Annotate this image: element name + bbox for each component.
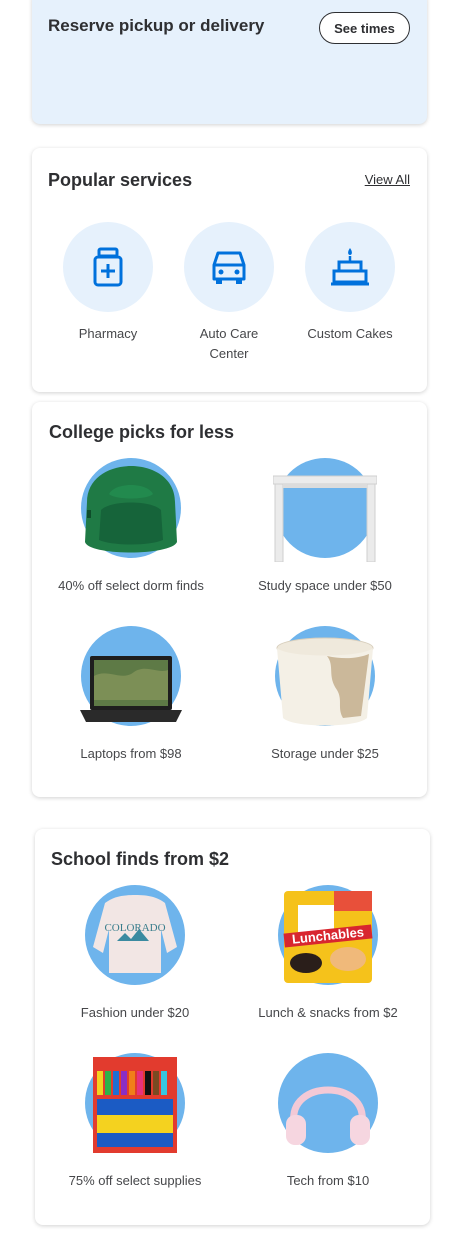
view-all-link[interactable]: View All — [365, 172, 410, 187]
auto-care-circle — [184, 222, 274, 312]
tile-label: 75% off select supplies — [68, 1173, 202, 1188]
tile-tech[interactable]: Tech from $10 — [233, 1053, 423, 1188]
service-label: Custom Cakes — [307, 326, 393, 341]
tile-label: Storage under $25 — [271, 746, 379, 761]
tile-storage[interactable]: Storage under $25 — [230, 626, 420, 761]
car-icon — [212, 251, 246, 284]
school-finds-card: School finds from $2 COLORADO Fashion un… — [35, 829, 430, 1225]
tile-label: 40% off select dorm finds — [58, 578, 204, 593]
service-pharmacy[interactable]: Pharmacy — [53, 222, 163, 344]
tile-image — [276, 1053, 380, 1157]
tile-lunch-snacks[interactable]: Lunchables Lunch & snacks from $2 — [233, 885, 423, 1020]
section-title: College picks for less — [49, 422, 235, 442]
tile-label: Lunch & snacks from $2 — [258, 1005, 398, 1020]
service-auto-care[interactable]: Auto Care Center — [174, 222, 284, 364]
popular-services-card: Popular services View All Pharmacy Auto … — [32, 148, 427, 392]
cake-icon — [331, 248, 369, 286]
tile-supplies[interactable]: 75% off select supplies — [40, 1053, 230, 1188]
tile-label: Laptops from $98 — [80, 746, 182, 761]
tile-image — [273, 626, 377, 730]
tile-label: Tech from $10 — [286, 1173, 370, 1188]
lunchables-image: Lunchables — [283, 891, 373, 983]
pharmacy-bottle-icon — [93, 247, 123, 287]
tile-image — [79, 626, 183, 730]
custom-cakes-circle — [305, 222, 395, 312]
tile-dorm-finds[interactable]: 40% off select dorm finds — [36, 458, 226, 593]
laptop-image — [80, 656, 182, 722]
storage-bin-image — [276, 637, 374, 726]
pharmacy-circle — [63, 222, 153, 312]
tile-image — [273, 458, 377, 562]
headphones-image — [286, 1086, 370, 1145]
desk-image — [273, 475, 377, 562]
bean-bag-chair-image — [85, 466, 177, 553]
section-title: School finds from $2 — [51, 849, 230, 869]
college-picks-card: College picks for less 40% off select do… — [32, 402, 427, 797]
svg-text:COLORADO: COLORADO — [104, 922, 165, 934]
tile-image: COLORADO — [83, 885, 187, 989]
reserve-title: Reserve pickup or delivery — [48, 16, 265, 35]
service-label: Pharmacy — [78, 326, 138, 341]
tile-image: Lunchables — [276, 885, 380, 989]
section-title: Popular services — [48, 170, 193, 190]
tile-fashion[interactable]: COLORADO Fashion under $20 — [40, 885, 230, 1020]
tile-label: Fashion under $20 — [80, 1005, 190, 1020]
tile-laptops[interactable]: Laptops from $98 — [36, 626, 226, 761]
service-label: Auto Care Center — [199, 326, 259, 361]
sweatshirt-image: COLORADO — [93, 895, 177, 973]
markers-image — [93, 1057, 177, 1153]
tile-label: Study space under $50 — [258, 578, 392, 593]
see-times-button[interactable]: See times — [319, 12, 410, 44]
tile-study-space[interactable]: Study space under $50 — [230, 458, 420, 593]
tile-image — [83, 1053, 187, 1157]
reserve-pickup-card: Reserve pickup or delivery See times — [32, 0, 427, 124]
tile-image — [79, 458, 183, 562]
service-custom-cakes[interactable]: Custom Cakes — [295, 222, 405, 344]
